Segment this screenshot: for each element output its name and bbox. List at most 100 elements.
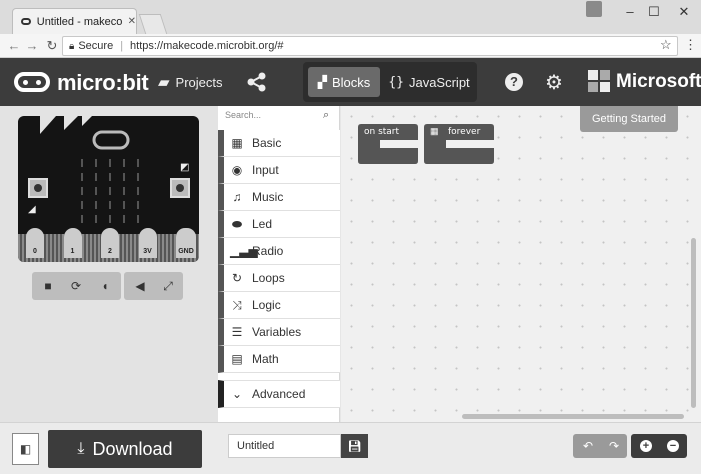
reload-icon[interactable]: ↻ [44,37,60,55]
refresh-icon: ↻ [231,271,243,285]
microbit-board[interactable]: ◢ ◩ 0 1 2 3V GND [18,116,199,262]
toolbox-item-advanced[interactable]: ⌄ Advanced [218,380,340,408]
zoom-in-icon[interactable]: + [634,434,658,458]
toolbox-item-logic[interactable]: ⤨ Logic [218,292,340,319]
toolbox-item-label: Variables [252,325,302,339]
button-b-label-icon: ◩ [180,162,190,173]
bookmark-star-icon[interactable]: ☆ [660,37,672,53]
radio-button-icon: ◉ [231,163,243,177]
toolbox-item-label: Basic [252,136,282,150]
share-icon[interactable] [246,72,268,92]
address-bar[interactable]: 🔒︎ Secure | https://makecode.microbit.or… [62,36,678,56]
puzzle-piece-icon: ▞ [317,75,327,89]
toolbox-item-music[interactable]: ♫ Music [218,184,340,211]
toolbox-item-label: Led [252,217,273,231]
app-logo[interactable]: micro:bit [57,70,149,96]
on-start-block[interactable]: on start [358,124,418,164]
browser-tab[interactable]: Untitled - makecode.mic ✕ [12,8,137,34]
forward-icon[interactable]: → [24,37,40,55]
pin-1[interactable]: 1 [63,228,82,258]
save-icon: 💾︎ [347,440,362,453]
button-b[interactable] [170,178,190,198]
toggle-icon: ⬬ [231,216,243,231]
help-icon[interactable]: ? [505,73,523,91]
toolbox-item-label: Logic [252,298,281,312]
back-icon[interactable]: ← [6,37,22,55]
blocks-label: Blocks [331,74,371,90]
toolbox-item-basic[interactable]: ▦ Basic [218,130,340,157]
block-label: on start [364,127,400,137]
projects-label: Projects [175,74,223,90]
mute-icon[interactable]: ◀︎ [132,278,148,294]
javascript-label: JavaScript [408,74,470,90]
minimize-window-icon[interactable]: – [619,4,641,20]
zoom-out-icon[interactable]: − [661,434,685,458]
toolbox-item-label: Loops [252,271,285,285]
maximize-window-icon[interactable]: ☐ [643,4,665,20]
block-label: forever [448,127,481,137]
toolbox-search[interactable]: Search... [225,110,261,120]
save-button[interactable]: 💾︎ [341,434,368,458]
toolbox-item-input[interactable]: ◉ Input [218,157,340,184]
lock-icon: 🔒︎ [69,40,75,52]
fullscreen-icon[interactable]: ⤢ [160,278,176,294]
grid-icon: ▦ [430,126,439,136]
list-icon: ☰ [231,325,243,339]
shuffle-icon: ⤨ [232,297,242,312]
download-button[interactable]: ⤓ Download [48,430,202,468]
slow-motion-icon[interactable]: ◖ [97,278,113,294]
button-a-label-icon: ◢ [28,204,36,215]
forever-block[interactable]: ▦ forever [424,124,494,164]
toolbox-item-variables[interactable]: ☰ Variables [218,319,340,346]
undo-icon[interactable]: ↶ [576,434,600,458]
toolbox-item-loops[interactable]: ↻ Loops [218,265,340,292]
pin-2[interactable]: 2 [101,228,119,258]
microsoft-logo-icon[interactable] [588,70,610,92]
toolbox-item-radio[interactable]: ▁▃▅ Radio [218,238,340,265]
pin-gnd[interactable]: GND [176,228,196,258]
microsoft-brand[interactable]: Microsoft [616,71,701,93]
tab-title: Untitled - makecode.mic [36,15,122,28]
pin-3v[interactable]: 3V [138,228,157,258]
project-name-input[interactable] [228,434,341,458]
pin-0[interactable]: 0 [26,228,44,258]
search-icon[interactable]: ⌕ [323,109,329,122]
chevron-down-icon: ⌄ [231,387,243,401]
toolbox-item-math[interactable]: ▤ Math [218,346,340,373]
projects-button[interactable]: ▰ Projects [158,73,223,91]
folder-icon: ▰ [158,74,170,91]
url-text: https://makecode.microbit.org/# [130,40,284,52]
vertical-scrollbar[interactable] [691,238,696,408]
collapse-simulator-button[interactable]: ◧ [12,433,39,465]
calculator-icon: ▤ [231,352,243,366]
headphones-icon: ♫ [232,190,242,204]
gear-icon[interactable]: ⚙ [545,70,563,95]
restart-icon[interactable]: ⟳ [68,278,84,294]
getting-started-button[interactable]: Getting Started [580,106,678,132]
javascript-tab[interactable]: {} JavaScript [386,67,472,97]
microbit-logo-icon[interactable] [14,72,50,92]
braces-icon: {} [388,74,404,90]
download-label: Download [92,438,173,459]
button-a[interactable] [28,178,48,198]
collapse-icon: ◧ [19,442,32,456]
profile-icon[interactable] [586,1,602,17]
toolbox-item-label: Radio [252,244,284,258]
grid-icon: ▦ [231,136,243,150]
tab-close-icon[interactable]: ✕ [128,16,136,27]
blocks-tab[interactable]: ▞ Blocks [308,67,380,97]
secure-label: Secure [78,40,114,52]
horizontal-scrollbar[interactable] [462,414,684,419]
browser-menu-icon[interactable]: ⋮ [684,37,697,53]
toolbox-item-label: Advanced [252,387,306,401]
led-matrix [75,156,145,226]
toolbox-item-label: Music [252,190,284,204]
toolbox-item-led[interactable]: ⬬ Led [218,211,340,238]
redo-icon[interactable]: ↷ [602,434,626,458]
close-window-icon[interactable]: ✕ [673,4,695,20]
pin-labels: 0 1 2 3V GND [26,228,196,260]
stop-icon[interactable]: ■ [40,278,56,294]
signal-bars-icon: ▁▃▅ [230,244,258,258]
toolbox-item-label: Input [252,163,279,177]
address-separator: | [120,40,124,52]
